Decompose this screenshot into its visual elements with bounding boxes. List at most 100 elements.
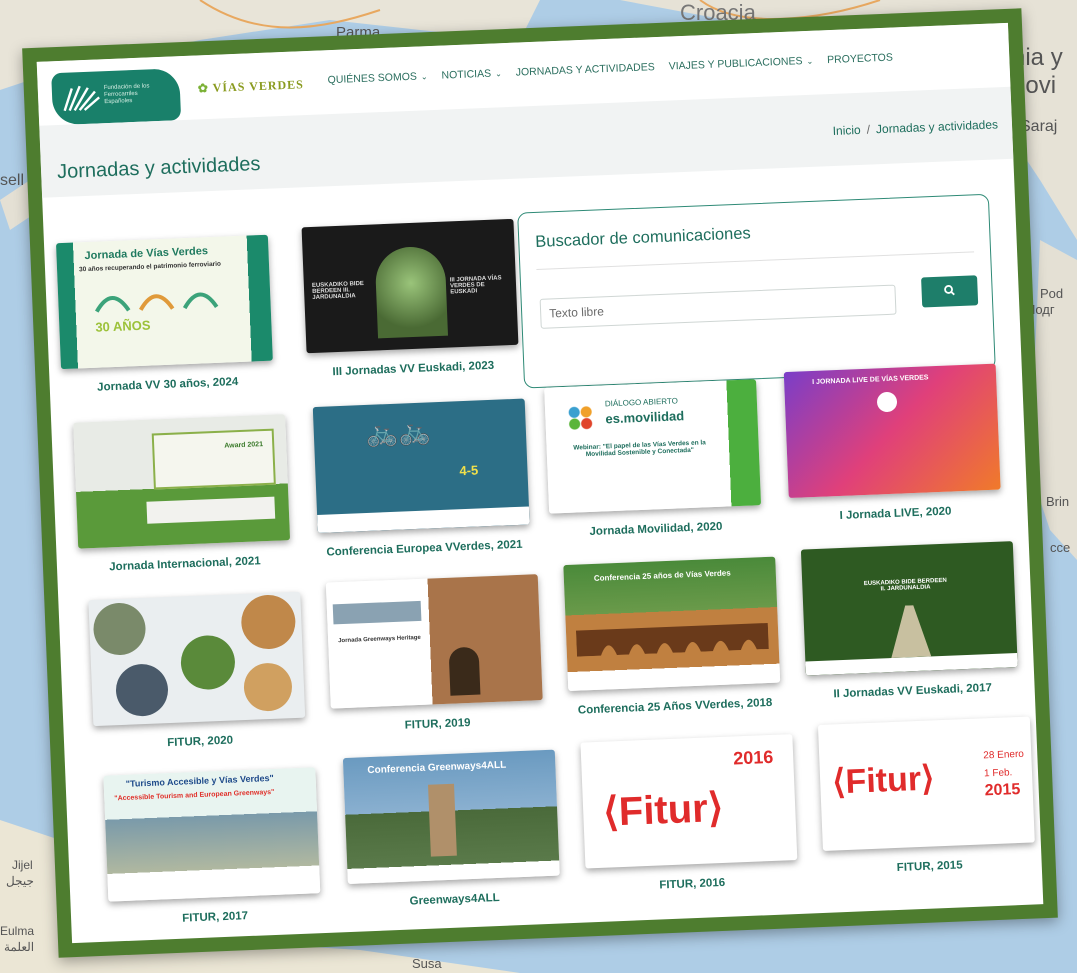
tunnel-opening (374, 245, 449, 339)
vias-verdes-logo[interactable]: ✿ VÍAS VERDES (198, 77, 305, 96)
thumb-title: Conferencia 25 años de Vías Verdes (593, 568, 731, 583)
map-label: Jijel (12, 858, 33, 872)
thumb-note: Webinar: "El papel de las Vías Verdes en… (573, 439, 706, 459)
card-thumbnail[interactable]: I JORNADA LIVE DE VÍAS VERDES (783, 363, 1001, 499)
card-thumbnail[interactable]: EUSKADIKO BIDE BERDEEN II. JARDUNALDIA (800, 541, 1018, 676)
map-label: Pod (1040, 286, 1064, 301)
gallery-card[interactable]: Conferencia 25 años de Vías Verdes Confe… (563, 556, 781, 717)
nav-noticias[interactable]: NOTICIAS ⌄ (441, 67, 502, 82)
card-caption[interactable]: Jornada Movilidad, 2020 (550, 519, 762, 539)
thumb-subtitle: es.movilidad (605, 408, 685, 427)
card-thumbnail[interactable]: Conferencia Greenways4ALL (342, 749, 560, 885)
thumb-year: 2015 (984, 780, 1021, 800)
thumb-title: Jornada de Vías Verdes (84, 245, 209, 263)
aqueduct-arches (575, 622, 769, 657)
card-caption[interactable]: FITUR, 2015 (824, 856, 1036, 876)
gallery-card[interactable]: DIÁLOGO ABIERTO es.movilidad Webinar: "E… (544, 379, 762, 539)
card-thumbnail[interactable]: DIÁLOGO ABIERTO es.movilidad Webinar: "E… (544, 379, 762, 514)
gallery-card[interactable]: "Turismo Accesible y Vías Verdes" "Acces… (103, 767, 321, 927)
breadcrumb: Inicio / Jornadas y actividades (832, 117, 998, 138)
gallery-card[interactable]: Award 2021 Jornada Internacional, 2021 (73, 414, 291, 574)
map-label: Susa (412, 956, 442, 971)
card-caption[interactable]: Conferencia 25 Años VVerdes, 2018 (569, 697, 781, 717)
thumb-title: DIÁLOGO ABIERTO (604, 396, 679, 409)
page-title: Jornadas y actividades (56, 152, 261, 184)
nav-viajes[interactable]: VIAJES Y PUBLICACIONES ⌄ (668, 55, 814, 72)
panel-table (146, 496, 276, 524)
gallery-card[interactable]: EUSKADIKO BIDE BERDEEN II. JARDUNALDIA I… (800, 541, 1019, 701)
nav-label: JORNADAS Y ACTIVIDADES (515, 61, 655, 79)
fundacion-logo[interactable]: Fundación de los Ferrocarriles Españoles (51, 68, 182, 126)
thumb-title: 4-5 (459, 462, 479, 479)
card-thumbnail[interactable]: "Turismo Accesible y Vías Verdes" "Acces… (103, 767, 321, 902)
search-panel: Buscador de comunicaciones (517, 193, 996, 389)
thumb-title: Conferencia Greenways4ALL (367, 759, 507, 777)
sponsor-strip (805, 652, 1018, 676)
leaf-icon: ✿ (197, 80, 210, 96)
fitur-logo: ⟨Fitur⟩ (602, 785, 725, 835)
gallery-card[interactable]: ⟨Fitur⟩ 28 Enero 1 Feb. 2015 FITUR, 2015 (817, 716, 1036, 877)
search-button[interactable] (921, 275, 979, 308)
gallery-card[interactable]: Jornada de Vías Verdes 30 años recuperan… (55, 234, 274, 395)
logo-circle (876, 391, 898, 413)
thumb-title: EUSKADIKO BIDE BERDEEN III. JARDUNALDIA (311, 280, 365, 301)
search-input[interactable] (539, 284, 897, 329)
card-thumbnail[interactable]: EUSKADIKO BIDE BERDEEN III. JARDUNALDIA … (301, 218, 519, 354)
breadcrumb-home-link[interactable]: Inicio (832, 123, 861, 138)
card-caption[interactable]: FITUR, 2016 (586, 874, 798, 894)
card-caption[interactable]: I Jornada LIVE, 2020 (789, 504, 1001, 524)
thumb-date: 1 Feb. (983, 767, 1013, 780)
card-caption[interactable]: FITUR, 2020 (94, 732, 306, 752)
sponsor-strip (317, 506, 530, 533)
card-thumbnail[interactable]: Award 2021 (73, 414, 291, 549)
map-label: Brin (1046, 494, 1070, 509)
map-label: Eulma (0, 924, 35, 938)
gallery-card[interactable]: 🚲🚲 4-5 Conferencia Europea VVerdes, 2021 (312, 398, 531, 559)
card-thumbnail[interactable] (88, 591, 306, 727)
nav-jornadas[interactable]: JORNADAS Y ACTIVIDADES (516, 61, 655, 79)
gallery-card[interactable]: FITUR, 2020 (88, 591, 306, 752)
gallery-card[interactable]: Conferencia Greenways4ALL Greenways4ALL (342, 749, 561, 910)
gallery-card[interactable]: I JORNADA LIVE DE VÍAS VERDES I Jornada … (783, 363, 1002, 524)
stage-screen (151, 428, 276, 490)
chevron-down-icon: ⌄ (806, 56, 814, 66)
card-caption[interactable]: II Jornadas VV Euskadi, 2017 (807, 681, 1019, 701)
nav-quienes-somos[interactable]: QUIÉNES SOMOS ⌄ (327, 70, 428, 87)
main-nav: QUIÉNES SOMOS ⌄ NOTICIAS ⌄ JORNADAS Y ACTI… (327, 52, 893, 87)
thumb-subtitle: "Accessible Tourism and European Greenwa… (114, 788, 275, 803)
logo-line: Españoles (104, 98, 133, 106)
gallery-card[interactable]: ⟨Fitur⟩ 2016 FITUR, 2016 (580, 734, 798, 894)
thumb-subtitle: III JORNADA VÍAS VERDES DE EUSKADI (449, 275, 502, 296)
card-thumbnail[interactable]: ⟨Fitur⟩ 28 Enero 1 Feb. 2015 (817, 716, 1035, 851)
thumb-title: EUSKADIKO BIDE BERDEEN II. JARDUNALDIA (863, 577, 947, 593)
card-caption[interactable]: Conferencia Europea VVerdes, 2021 (318, 538, 530, 559)
card-caption[interactable]: Jornada VV 30 años, 2024 (62, 375, 274, 395)
nav-proyectos[interactable]: PROYECTOS (827, 52, 893, 67)
card-caption[interactable]: Greenways4ALL (349, 890, 561, 910)
map-label: العلمة (4, 940, 35, 954)
photo-circle (92, 601, 147, 657)
card-thumbnail[interactable]: ⟨Fitur⟩ 2016 (580, 734, 798, 869)
nav-label: PROYECTOS (826, 51, 894, 67)
vias-logo-text: VÍAS VERDES (212, 77, 305, 95)
thumb-title: Jornada Greenways Heritage (338, 634, 421, 645)
bridge-photo (332, 600, 422, 625)
card-thumbnail[interactable]: Jornada Greenways Heritage (325, 574, 543, 709)
photo-circle (179, 634, 236, 691)
card-caption[interactable]: FITUR, 2019 (331, 714, 543, 734)
card-thumbnail[interactable]: Jornada de Vías Verdes 30 años recuperan… (55, 234, 273, 370)
thumb-subtitle: 30 años recuperando el patrimonio ferrov… (78, 260, 222, 274)
fitur-word: Fitur (844, 759, 922, 801)
card-caption[interactable]: III Jornadas VV Euskadi, 2023 (307, 359, 519, 379)
web-page: Fundación de los Ferrocarriles Españoles… (36, 22, 1044, 944)
breadcrumb-current: Jornadas y actividades (875, 117, 999, 137)
gallery-card[interactable]: EUSKADIKO BIDE BERDEEN III. JARDUNALDIA … (301, 218, 520, 379)
map-label: sell (0, 172, 25, 189)
chevron-down-icon: ⌄ (420, 72, 428, 82)
card-caption[interactable]: Jornada Internacional, 2021 (79, 554, 291, 574)
gallery-card[interactable]: Jornada Greenways Heritage FITUR, 2019 (325, 574, 544, 734)
card-thumbnail[interactable]: Conferencia 25 años de Vías Verdes (563, 556, 781, 692)
card-thumbnail[interactable]: 🚲🚲 4-5 (312, 398, 530, 533)
photo-circle (114, 663, 170, 718)
card-caption[interactable]: FITUR, 2017 (109, 907, 321, 927)
